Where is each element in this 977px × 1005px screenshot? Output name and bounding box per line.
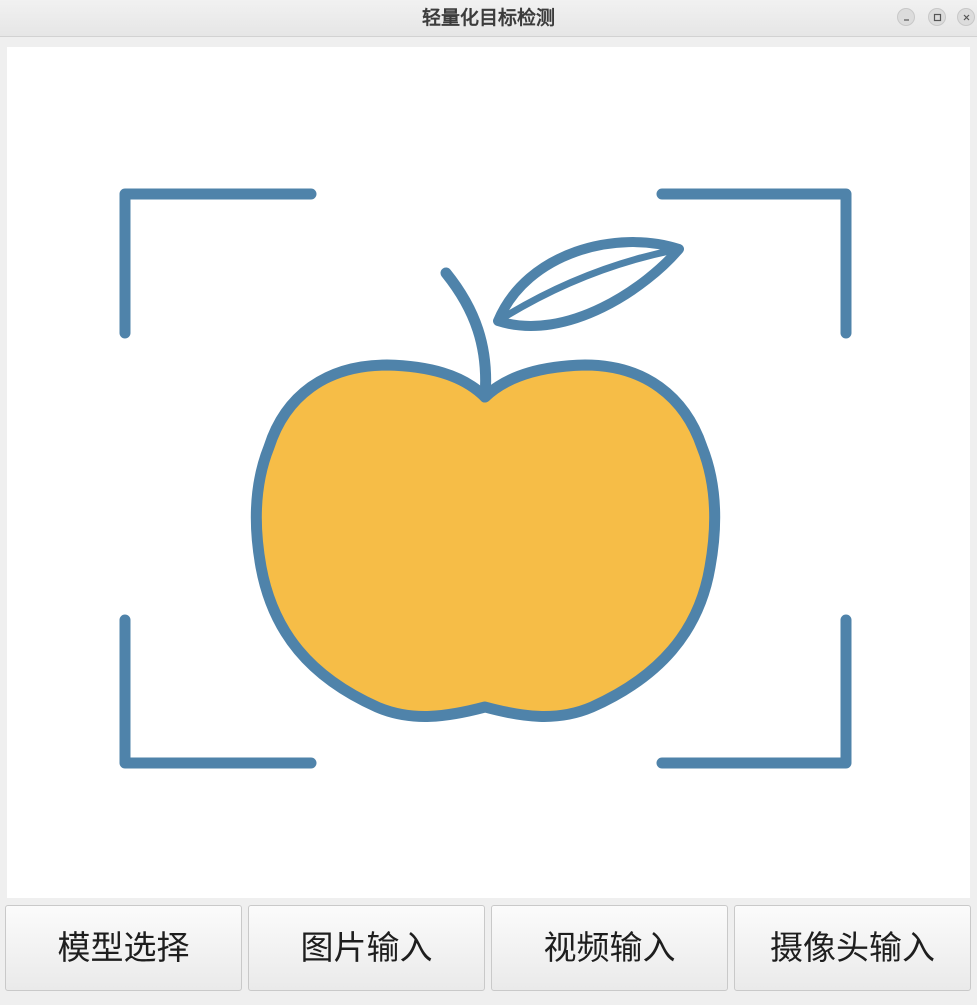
minimize-button[interactable] [897,8,915,26]
action-button-row: 模型选择 图片输入 视频输入 摄像头输入 [5,905,972,991]
minimize-icon [904,19,909,21]
image-input-button[interactable]: 图片输入 [248,905,485,991]
model-select-button[interactable]: 模型选择 [5,905,242,991]
app-window: 轻量化目标检测 模型选择 图片输入 视频输入 摄像头输入 [0,0,977,1005]
apple-detection-icon [119,188,852,769]
close-icon [963,14,970,21]
bracket-top-left [119,188,317,339]
camera-input-button[interactable]: 摄像头输入 [734,905,971,991]
image-display-area [7,47,970,898]
bracket-bottom-right [656,614,852,769]
window-title: 轻量化目标检测 [421,7,555,29]
maximize-button[interactable] [928,8,946,26]
apple-body [250,359,721,722]
bracket-top-right [656,188,852,339]
bracket-bottom-left [119,614,317,769]
title-bar[interactable]: 轻量化目标检测 [0,0,977,37]
video-input-button[interactable]: 视频输入 [491,905,728,991]
close-button[interactable] [957,8,975,26]
maximize-icon [933,13,942,22]
